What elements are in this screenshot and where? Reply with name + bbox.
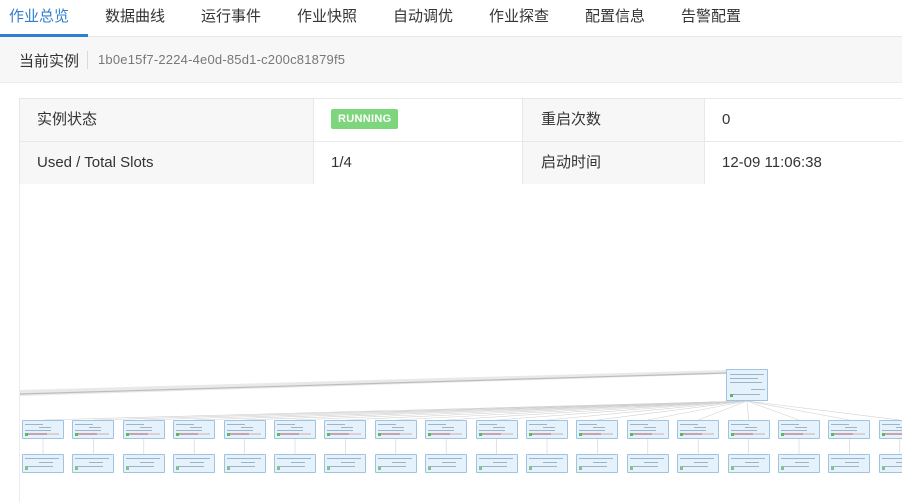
instance-info-table: 实例状态 RUNNING 重启次数 0 Used / Total Slots 1… [19,98,902,185]
divider [87,51,88,69]
graph-operator-node[interactable] [223,454,266,473]
tab-data-curves[interactable]: 数据曲线 [105,0,165,37]
graph-operator-node[interactable] [122,420,165,439]
status-cell: RUNNING [314,99,523,141]
graph-operator-node[interactable] [425,454,468,473]
start-time-label: 启动时间 [523,142,705,184]
graph-operator-node[interactable] [727,420,770,439]
graph-operator-node[interactable] [72,420,115,439]
tab-job-overview[interactable]: 作业总览 [9,0,69,37]
graph-operator-node[interactable] [22,454,64,473]
graph-edge [294,400,748,421]
graph-operator-node[interactable] [727,454,770,473]
status-label: 实例状态 [20,99,314,141]
graph-operator-node[interactable] [526,420,568,439]
tab-job-snapshots[interactable]: 作业快照 [297,0,357,37]
tab-job-inspection[interactable]: 作业探查 [489,0,549,37]
tab-alert-config[interactable]: 告警配置 [681,0,741,37]
graph-operator-node[interactable] [828,420,871,439]
graph-operator-node[interactable] [626,454,669,473]
graph-operator-node[interactable] [72,454,115,473]
graph-operator-node[interactable] [425,420,468,439]
current-instance-label: 当前实例 [19,53,80,70]
graph-operator-node[interactable] [878,420,902,439]
graph-edge [746,400,850,421]
graph-operator-node[interactable] [173,454,216,473]
info-row: 实例状态 RUNNING 重启次数 0 [20,99,902,142]
graph-operator-node[interactable] [374,420,417,439]
info-row: Used / Total Slots 1/4 启动时间 12-09 11:06:… [20,142,902,185]
graph-operator-node[interactable] [223,420,266,439]
graph-operator-node[interactable] [122,454,165,473]
slots-label: Used / Total Slots [20,142,314,184]
graph-operator-node[interactable] [778,420,820,439]
graph-operator-node[interactable] [475,454,518,473]
graph-operator-node[interactable] [274,420,316,439]
graph-operator-node[interactable] [778,454,820,473]
graph-operator-node[interactable] [22,420,64,439]
graph-operator-node[interactable] [576,420,619,439]
graph-edge [746,400,800,421]
tab-config-info[interactable]: 配置信息 [585,0,645,37]
graph-operator-node[interactable] [677,454,720,473]
graph-root-node[interactable] [726,369,768,401]
graph-operator-node[interactable] [324,420,367,439]
edge-bundle-line [20,372,728,395]
tab-bar: 作业总览 数据曲线 运行事件 作业快照 自动调优 作业探查 配置信息 告警配置 [0,0,902,37]
graph-operator-node[interactable] [374,454,417,473]
graph-operator-node[interactable] [274,454,316,473]
graph-operator-node[interactable] [828,454,871,473]
graph-operator-node[interactable] [173,420,216,439]
status-badge: RUNNING [331,108,399,129]
start-time-value: 12-09 11:06:38 [722,154,822,171]
graph-edge [746,400,900,421]
graph-operator-node[interactable] [526,454,568,473]
graph-operator-node[interactable] [626,420,669,439]
graph-operator-node[interactable] [878,454,902,473]
slots-value: 1/4 [314,142,523,184]
current-instance-bar: 当前实例 1b0e15f7-2224-4e0d-85d1-c200c81879f… [0,37,902,83]
graph-operator-node[interactable] [576,454,619,473]
graph-operator-node[interactable] [677,420,720,439]
tab-auto-tuning[interactable]: 自动调优 [393,0,453,37]
job-graph-canvas[interactable] [19,184,902,502]
tab-runtime-events[interactable]: 运行事件 [201,0,261,37]
restart-count-value: 0 [722,111,731,128]
graph-operator-node[interactable] [475,420,518,439]
instance-id: 1b0e15f7-2224-4e0d-85d1-c200c81879f5 [98,52,346,67]
graph-operator-node[interactable] [324,454,367,473]
graph-edge [746,400,749,421]
restart-count-label: 重启次数 [523,99,705,141]
